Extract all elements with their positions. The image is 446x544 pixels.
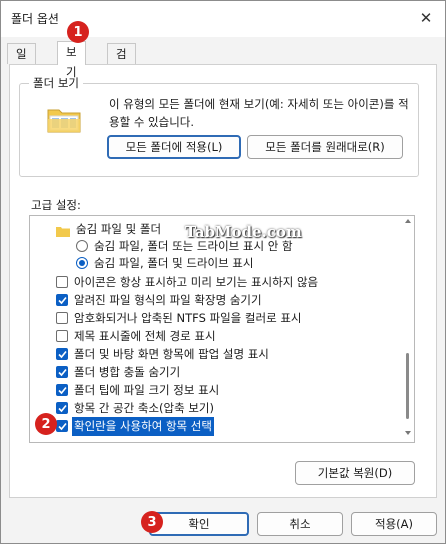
list-scrollbar[interactable]: [403, 215, 413, 441]
checkbox[interactable]: [56, 420, 68, 432]
tab-view[interactable]: 보기: [57, 41, 86, 79]
list-item-label: 아이콘은 항상 표시하고 미리 보기는 표시하지 않음: [74, 275, 319, 289]
folder-icon: [56, 224, 70, 243]
radio-button[interactable]: [76, 240, 88, 252]
list-item-label: 폴더 및 바탕 화면 항목에 팝업 설명 표시: [74, 347, 269, 361]
annotation-marker-1: 1: [67, 21, 89, 43]
reset-folders-button[interactable]: 모든 폴더를 원래대로(R): [247, 135, 403, 159]
list-item-label: 제목 표시줄에 전체 경로 표시: [74, 329, 216, 343]
advanced-settings-label: 고급 설정:: [31, 198, 81, 212]
watermark: TabMode.com: [185, 223, 302, 241]
window-title: 폴더 옵션: [11, 12, 59, 26]
checkbox[interactable]: [56, 294, 68, 306]
scroll-thumb[interactable]: [406, 353, 409, 419]
checkbox[interactable]: [56, 348, 68, 360]
list-item-label: 항목 간 공간 축소(압축 보기): [74, 401, 214, 415]
checkbox[interactable]: [56, 366, 68, 378]
cancel-button[interactable]: 취소: [257, 512, 343, 536]
checkbox[interactable]: [56, 312, 68, 324]
list-item-label: 알려진 파일 형식의 파일 확장명 숨기기: [74, 293, 262, 307]
advanced-settings-list[interactable]: 숨김 파일 및 폴더 숨김 파일, 폴더 또는 드라이브 표시 안 함 숨김 파…: [29, 215, 415, 443]
checkbox[interactable]: [56, 384, 68, 396]
list-item-label: 폴더 팁에 파일 크기 정보 표시: [74, 383, 220, 397]
ok-button[interactable]: 확인: [149, 512, 249, 536]
annotation-marker-2: 2: [35, 413, 57, 435]
annotation-marker-3: 3: [141, 511, 163, 533]
list-item-label: 폴더 병합 충돌 숨기기: [74, 365, 181, 379]
checkbox[interactable]: [56, 402, 68, 414]
radio-button[interactable]: [76, 257, 88, 269]
list-item-label-selected: 확인란을 사용하여 항목 선택: [72, 417, 214, 436]
checkbox[interactable]: [56, 330, 68, 342]
folder-views-description: 이 유형의 모든 폴더에 현재 보기(예: 자세히 또는 아이콘)를 적용할 수…: [109, 97, 409, 129]
close-icon: ✕: [419, 9, 433, 27]
checkbox[interactable]: [56, 276, 68, 288]
scroll-down-icon[interactable]: [405, 431, 411, 435]
list-item-label: 숨김 파일, 폴더 및 드라이브 표시: [94, 256, 254, 270]
list-item-label: 암호화되거나 압축된 NTFS 파일을 컬러로 표시: [74, 311, 302, 325]
scroll-up-icon[interactable]: [405, 219, 411, 223]
apply-button[interactable]: 적용(A): [351, 512, 437, 536]
tab-general[interactable]: 일반: [7, 43, 36, 81]
restore-defaults-button[interactable]: 기본값 복원(D): [295, 461, 415, 485]
folder-options-dialog: 폴더 옵션 ✕ 일반 보기 검색 폴더 보기 이 유형의 모든 폴더에 현재 보…: [0, 0, 446, 544]
folder-icon: [47, 105, 81, 133]
apply-to-folders-button[interactable]: 모든 폴더에 적용(L): [107, 135, 241, 159]
tab-search[interactable]: 검색: [107, 43, 136, 81]
close-button[interactable]: ✕: [411, 5, 441, 31]
